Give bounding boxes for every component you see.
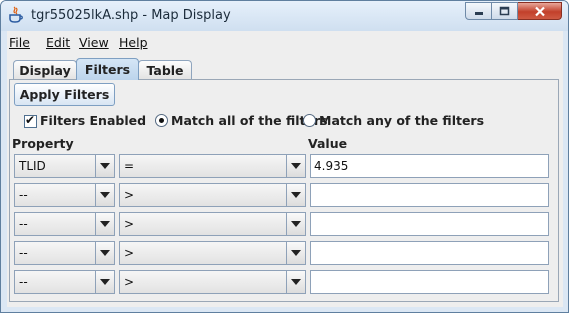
close-button[interactable]	[518, 2, 562, 20]
menu-help[interactable]: Help	[119, 35, 148, 50]
dropdown-arrow-icon	[95, 184, 114, 206]
filter-row: -- >	[14, 183, 554, 207]
dropdown-arrow-icon	[95, 155, 114, 177]
menu-view-label: View	[79, 35, 109, 50]
filter-row: TLID = 4.935	[14, 154, 554, 178]
value-input[interactable]	[310, 212, 549, 236]
property-select[interactable]: --	[14, 183, 115, 207]
filter-row: -- >	[14, 270, 554, 294]
filters-enabled-checkbox[interactable]: ✔	[24, 113, 37, 128]
menu-file[interactable]: File	[9, 35, 30, 50]
tab-filters-label: Filters	[84, 62, 131, 77]
property-value: TLID	[19, 159, 46, 173]
java-app-icon	[9, 6, 23, 23]
operator-select[interactable]: =	[119, 154, 306, 178]
window-title: tgr55025lkA.shp - Map Display	[31, 8, 231, 23]
operator-value: >	[124, 246, 135, 260]
property-select[interactable]: --	[14, 241, 115, 265]
maximize-button[interactable]	[492, 2, 518, 20]
menu-bar: File Edit View Help	[7, 31, 563, 53]
apply-filters-label: Apply Filters	[19, 87, 110, 102]
dropdown-arrow-icon	[286, 184, 305, 206]
filter-row: -- >	[14, 212, 554, 236]
tab-filters[interactable]: Filters	[76, 58, 139, 80]
filters-enabled-label: Filters Enabled	[40, 113, 147, 128]
value-input-text: 4.935	[314, 159, 349, 173]
operator-select[interactable]: >	[119, 270, 306, 294]
value-header: Value	[308, 136, 348, 151]
property-header: Property	[12, 136, 74, 151]
checkmark-icon: ✔	[25, 113, 36, 127]
operator-value: >	[124, 188, 135, 202]
value-input[interactable]: 4.935	[310, 154, 549, 178]
close-icon	[534, 6, 545, 16]
maximize-icon	[499, 6, 510, 16]
filters-panel: Apply Filters ✔ Filters Enabled Match al…	[9, 79, 559, 302]
property-value: --	[19, 246, 28, 260]
operator-value: >	[124, 275, 135, 289]
minimize-button[interactable]	[465, 2, 492, 20]
menu-help-label: Help	[119, 35, 148, 50]
match-all-radio[interactable]	[155, 114, 168, 127]
property-value: --	[19, 217, 28, 231]
tab-display[interactable]: Display	[13, 60, 77, 79]
operator-select[interactable]: >	[119, 183, 306, 207]
dropdown-arrow-icon	[286, 213, 305, 235]
match-any-radio[interactable]	[303, 114, 316, 127]
value-input[interactable]	[310, 270, 549, 294]
operator-select[interactable]: >	[119, 241, 306, 265]
map-display-window: tgr55025lkA.shp - Map Display File Edit …	[0, 0, 569, 313]
dropdown-arrow-icon	[286, 242, 305, 264]
menu-file-label: File	[9, 35, 30, 50]
property-value: --	[19, 188, 28, 202]
dropdown-arrow-icon	[95, 271, 114, 293]
menu-edit-label: Edit	[46, 35, 71, 50]
operator-value: =	[124, 159, 135, 173]
property-select[interactable]: TLID	[14, 154, 115, 178]
property-select[interactable]: --	[14, 212, 115, 236]
menu-view[interactable]: View	[79, 35, 109, 50]
match-any-label: Match any of the filters	[319, 113, 485, 128]
menu-edit[interactable]: Edit	[46, 35, 70, 50]
value-input[interactable]	[310, 241, 549, 265]
operator-select[interactable]: >	[119, 212, 306, 236]
title-bar[interactable]: tgr55025lkA.shp - Map Display	[1, 1, 568, 31]
dropdown-arrow-icon	[286, 155, 305, 177]
dropdown-arrow-icon	[286, 271, 305, 293]
dropdown-arrow-icon	[95, 242, 114, 264]
property-value: --	[19, 275, 28, 289]
tab-table-label: Table	[146, 62, 184, 78]
filter-row: -- >	[14, 241, 554, 265]
minimize-icon	[474, 12, 483, 15]
value-input[interactable]	[310, 183, 549, 207]
tab-display-label: Display	[19, 62, 71, 78]
tab-table[interactable]: Table	[138, 60, 192, 79]
operator-value: >	[124, 217, 135, 231]
window-content: File Edit View Help Display Filters Tabl…	[7, 31, 563, 307]
dropdown-arrow-icon	[95, 213, 114, 235]
property-select[interactable]: --	[14, 270, 115, 294]
radio-selected-dot	[159, 118, 164, 123]
window-controls	[465, 2, 562, 21]
apply-filters-button[interactable]: Apply Filters	[14, 83, 115, 106]
